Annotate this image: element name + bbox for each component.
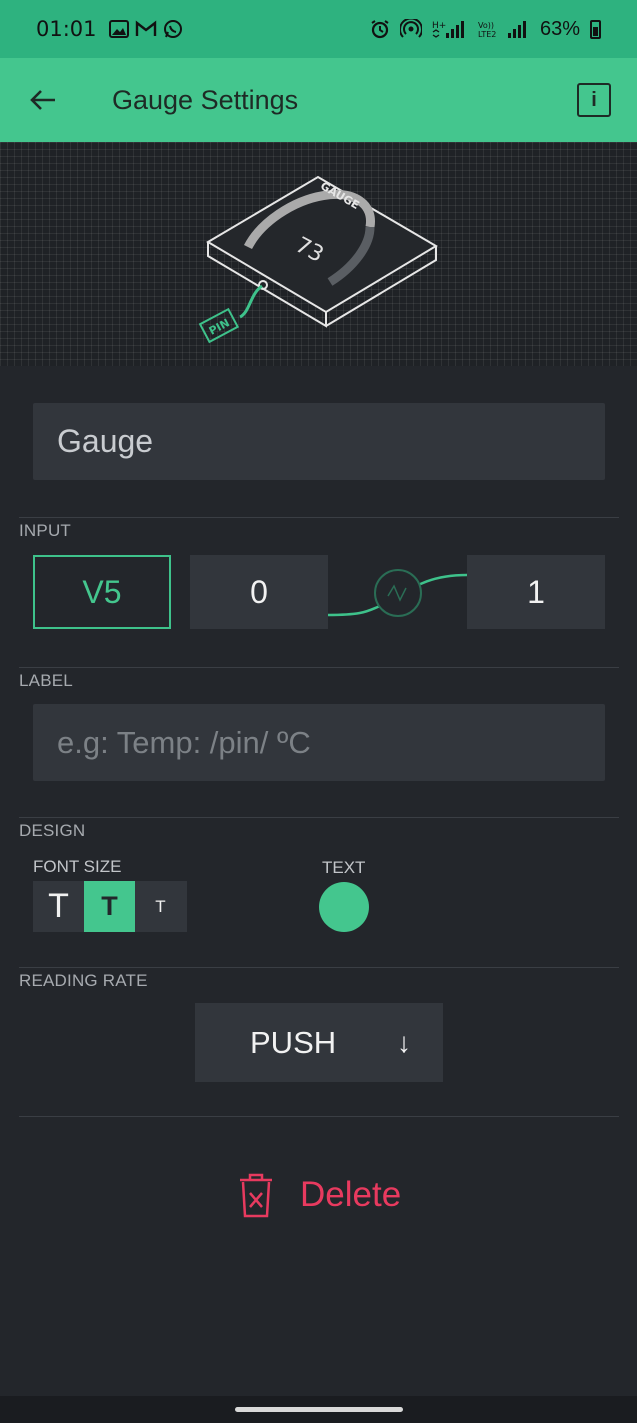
- app-bar: Gauge Settings i: [0, 58, 637, 142]
- pin-selector[interactable]: V5: [33, 555, 171, 629]
- volte-icon: Vo))LTE2: [478, 21, 526, 39]
- font-size-small-button[interactable]: T: [135, 881, 186, 932]
- status-time: 01:01: [36, 17, 97, 41]
- gallery-icon: [108, 20, 129, 38]
- pin-value: V5: [82, 573, 122, 610]
- arrow-down-icon: ↓: [397, 1026, 411, 1058]
- divider: [19, 967, 619, 968]
- delete-label: Delete: [300, 1175, 402, 1214]
- delete-button[interactable]: Delete: [236, 1170, 401, 1220]
- label-section-title: LABEL: [19, 671, 73, 690]
- status-bar: 01:01 H+ Vo)) LTE2 63%: [0, 0, 637, 58]
- alarm-icon: [371, 20, 389, 39]
- svg-text:LTE2: LTE2: [478, 30, 496, 39]
- back-button[interactable]: [0, 58, 86, 142]
- reading-rate-dropdown[interactable]: PUSH ↓: [195, 1003, 443, 1082]
- font-size-medium-button[interactable]: T: [84, 881, 135, 932]
- page-title: Gauge Settings: [112, 84, 299, 115]
- font-size-label: FONT SIZE: [33, 857, 122, 876]
- home-gesture-bar[interactable]: [235, 1407, 403, 1412]
- widget-name-value: Gauge: [57, 423, 154, 459]
- divider: [19, 667, 619, 668]
- svg-text:Vo)): Vo)): [478, 21, 494, 30]
- reading-rate-section-title: READING RATE: [19, 971, 148, 990]
- info-icon: i: [591, 88, 597, 111]
- label-placeholder: e.g: Temp: /pin/ ºC: [57, 724, 311, 760]
- min-value: 0: [250, 573, 268, 610]
- design-section-title: DESIGN: [19, 821, 86, 840]
- divider: [19, 1116, 619, 1117]
- gauge-widget-illustration: 73 GAUGE PIN: [198, 175, 438, 344]
- min-value-input[interactable]: 0: [190, 555, 328, 629]
- arrow-left-icon: [30, 90, 55, 110]
- notification-icons: [108, 19, 183, 39]
- text-color-label: TEXT: [322, 858, 366, 877]
- signal-icon: H+: [432, 21, 464, 38]
- label-input[interactable]: e.g: Temp: /pin/ ºC: [33, 704, 605, 781]
- widget-name-input[interactable]: Gauge: [33, 403, 605, 480]
- battery-icon: [590, 19, 601, 39]
- gmail-icon: [135, 20, 156, 36]
- font-size-large-button[interactable]: T: [33, 881, 84, 932]
- divider: [19, 517, 619, 518]
- battery-percent: 63%: [539, 17, 580, 40]
- max-value-input[interactable]: 1: [467, 555, 605, 629]
- trash-icon: [240, 1173, 272, 1218]
- max-value: 1: [527, 573, 545, 610]
- reading-rate-value: PUSH: [250, 1024, 337, 1060]
- hotspot-icon: [399, 19, 422, 38]
- svg-text:H+: H+: [432, 21, 446, 31]
- divider: [19, 817, 619, 818]
- widget-preview: 73 GAUGE PIN: [0, 142, 637, 366]
- font-size-selector: T T T: [33, 881, 187, 932]
- info-button[interactable]: i: [577, 83, 611, 117]
- whatsapp-icon: [163, 20, 182, 38]
- text-color-picker[interactable]: [319, 882, 369, 932]
- input-section-title: INPUT: [19, 521, 71, 540]
- range-mapping-link: [328, 569, 468, 617]
